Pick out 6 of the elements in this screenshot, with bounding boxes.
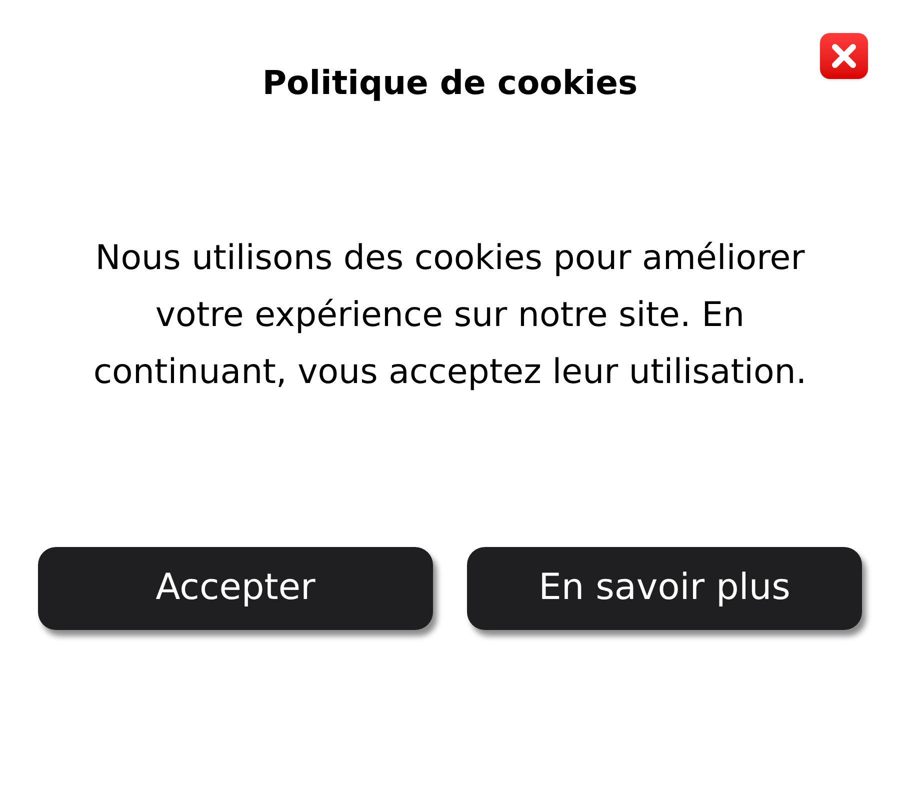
dialog-title: Politique de cookies [262,62,638,104]
action-button[interactable]: En savoir plus [467,546,862,630]
close-button[interactable] [820,33,868,79]
action-button[interactable]: Accepter [38,546,433,630]
close-icon [830,42,858,70]
cookie-message: Nous utilisons des cookies pour améliorer votre expérience sur notre site. En continuant, vous acceptez leur utilisation. [92,236,808,394]
